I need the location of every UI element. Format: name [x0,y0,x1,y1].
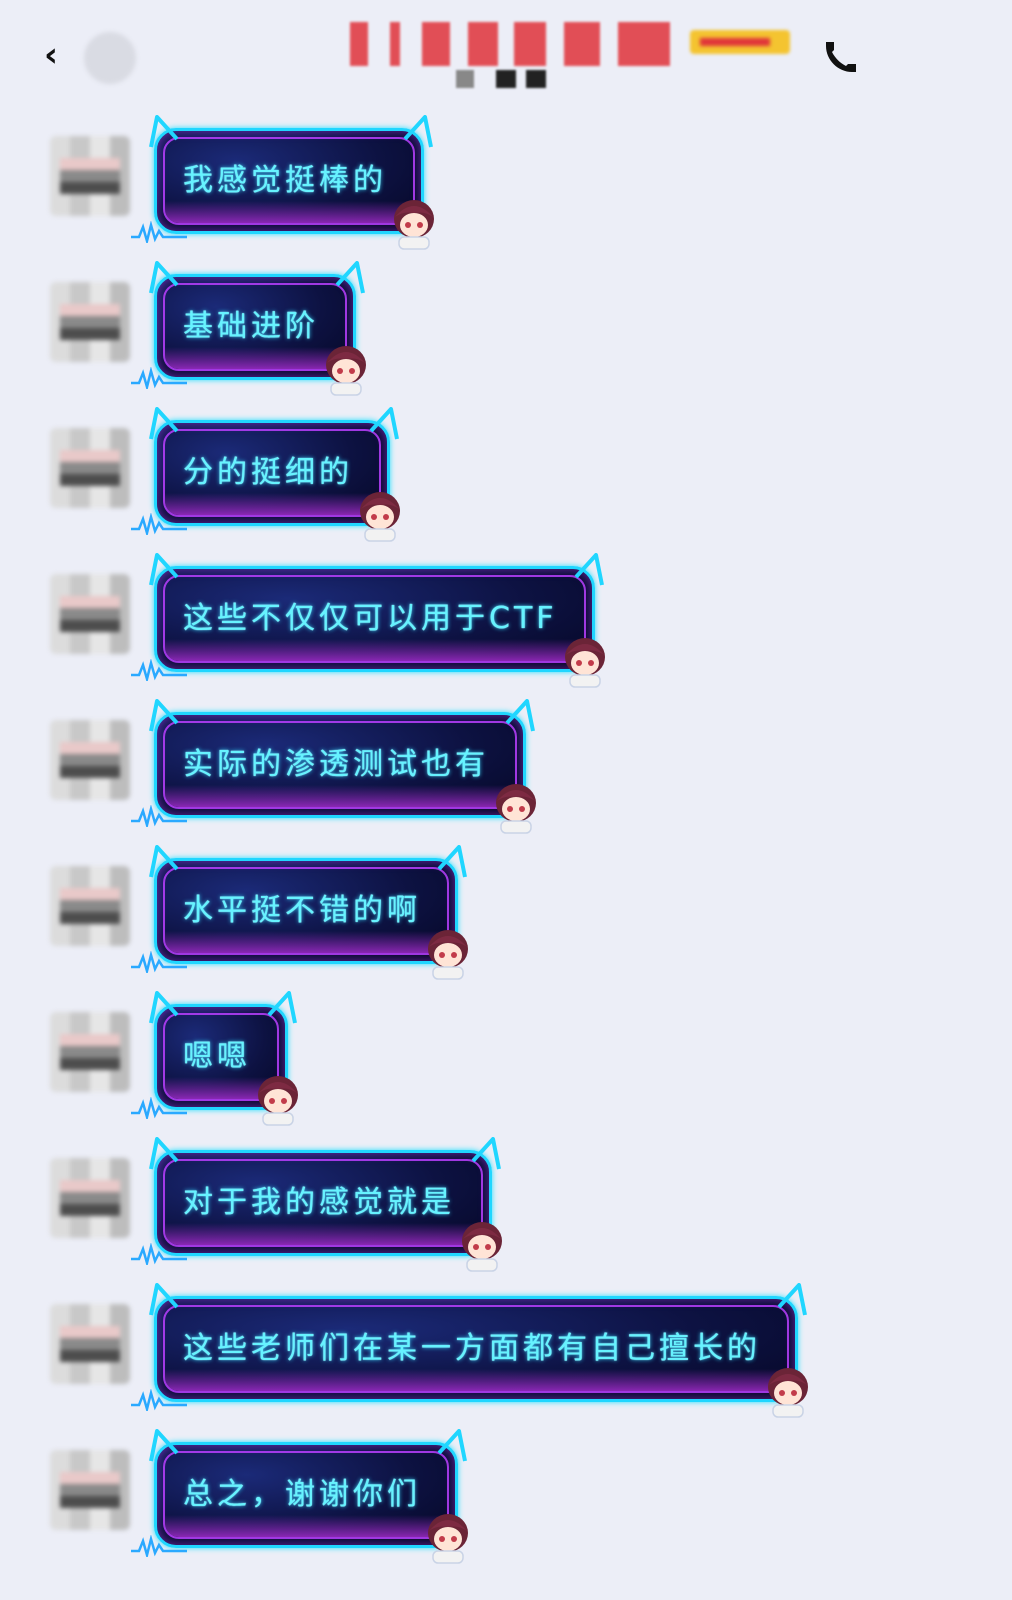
cat-ear-icon [149,699,179,733]
message-row: 对于我的感觉就是 [0,1128,1012,1274]
message-row: 这些不仅仅可以用于CTF [0,544,1012,690]
message-bubble[interactable]: 嗯嗯 [131,991,298,1126]
waveform-icon [131,366,187,392]
message-text: 我感觉挺棒的 [183,163,387,198]
message-row: 这些老师们在某一方面都有自己擅长的 [0,1274,1012,1420]
message-bubble[interactable]: 实际的渗透测试也有 [131,699,536,834]
message-bubble[interactable]: 水平挺不错的啊 [131,845,468,980]
message-text: 这些老师们在某一方面都有自己擅长的 [183,1331,761,1366]
cat-ear-icon [335,261,365,295]
chibi-character-sticker [419,923,477,981]
cat-ear-icon [149,553,179,587]
cat-ear-icon [267,991,297,1025]
message-bubble[interactable]: 这些老师们在某一方面都有自己擅长的 [131,1283,808,1418]
chat-title-tag-redacted [690,30,790,54]
avatar[interactable] [50,1450,130,1530]
cat-ear-icon [505,699,535,733]
waveform-icon [131,804,187,830]
message-bubble[interactable]: 这些不仅仅可以用于CTF [131,553,605,688]
avatar[interactable] [50,1158,130,1238]
cat-ear-icon [149,991,179,1025]
cat-ear-icon [149,1429,179,1463]
cat-ear-icon [471,1137,501,1171]
avatar[interactable] [50,720,130,800]
chat-subtitle-redacted [456,70,546,88]
cat-ear-icon [437,845,467,879]
cat-ear-icon [777,1283,807,1317]
cat-ear-icon [149,1283,179,1317]
message-row: 水平挺不错的啊 [0,836,1012,982]
avatar[interactable] [50,1012,130,1092]
cat-ear-icon [403,115,433,149]
chibi-character-sticker [317,339,375,397]
unread-count-badge[interactable] [84,32,136,84]
message-row: 我感觉挺棒的 [0,106,1012,252]
cat-ear-icon [149,261,179,295]
chibi-character-sticker [556,631,614,689]
call-button[interactable] [822,36,866,74]
chibi-character-sticker [385,193,443,251]
message-row: 实际的渗透测试也有 [0,690,1012,836]
chibi-character-sticker [419,1507,477,1565]
message-row: 基础进阶 [0,252,1012,398]
chibi-character-sticker [487,777,545,835]
message-bubble[interactable]: 我感觉挺棒的 [131,115,434,250]
message-row: 嗯嗯 [0,982,1012,1128]
waveform-icon [131,950,187,976]
cat-ear-icon [574,553,604,587]
cat-ear-icon [437,1429,467,1463]
waveform-icon [131,1388,187,1414]
message-text: 对于我的感觉就是 [183,1185,455,1220]
phone-icon [826,42,856,72]
back-button[interactable]: ‹ [44,38,70,72]
chat-header: ‹ [0,0,1012,110]
waveform-icon [131,1096,187,1122]
avatar[interactable] [50,866,130,946]
chat-title-redacted [350,22,670,66]
message-bubble[interactable]: 基础进阶 [131,261,366,396]
avatar[interactable] [50,428,130,508]
chibi-character-sticker [249,1069,307,1127]
message-row: 总之，谢谢你们 [0,1420,1012,1566]
waveform-icon [131,1242,187,1268]
avatar[interactable] [50,282,130,362]
message-text: 实际的渗透测试也有 [183,747,489,782]
message-text: 基础进阶 [183,309,319,344]
message-text: 水平挺不错的啊 [183,893,421,928]
message-text: 总之，谢谢你们 [183,1477,421,1512]
cat-ear-icon [149,1137,179,1171]
chevron-left-icon: ‹ [44,35,59,75]
chibi-character-sticker [453,1215,511,1273]
message-bubble[interactable]: 对于我的感觉就是 [131,1137,502,1272]
cat-ear-icon [149,407,179,441]
avatar[interactable] [50,1304,130,1384]
avatar[interactable] [50,574,130,654]
cat-ear-icon [149,845,179,879]
cat-ear-icon [369,407,399,441]
chibi-character-sticker [351,485,409,543]
waveform-icon [131,220,187,246]
waveform-icon [131,512,187,538]
waveform-icon [131,658,187,684]
message-bubble[interactable]: 总之，谢谢你们 [131,1429,468,1564]
message-row: 分的挺细的 [0,398,1012,544]
chibi-character-sticker [759,1361,817,1419]
message-text: 嗯嗯 [183,1039,251,1074]
message-text: 这些不仅仅可以用于CTF [183,601,558,636]
message-text: 分的挺细的 [183,455,353,490]
avatar[interactable] [50,136,130,216]
cat-ear-icon [149,115,179,149]
waveform-icon [131,1534,187,1560]
message-bubble[interactable]: 分的挺细的 [131,407,400,542]
